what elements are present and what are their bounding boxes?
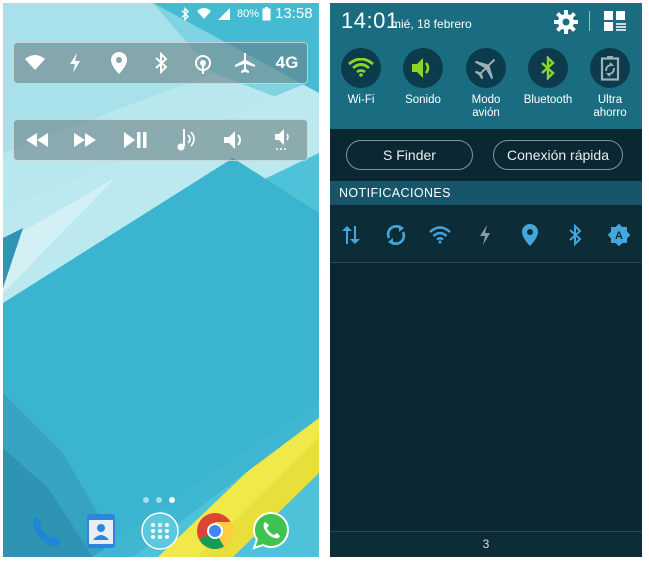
battery-icon bbox=[258, 6, 274, 22]
notification-panel: 14:01 mié, 18 febrero Wi-Fi Sonido Modo a… bbox=[330, 3, 642, 557]
fast-forward-icon[interactable] bbox=[72, 127, 98, 153]
quick-connect-button[interactable]: Conexión rápida bbox=[493, 140, 623, 170]
bluetooth-toggle-icon[interactable] bbox=[148, 50, 174, 76]
quick-toggle-airplane[interactable]: Modo avión bbox=[455, 48, 517, 120]
quick-toggle-sound[interactable]: Sonido bbox=[392, 48, 454, 107]
header-divider bbox=[589, 11, 590, 31]
notification-sound-icon[interactable] bbox=[174, 127, 200, 153]
quick-toggle-wifi[interactable]: Wi-Fi bbox=[330, 48, 392, 107]
status-bar: 80% 13:58 bbox=[3, 3, 319, 25]
signal-icon bbox=[216, 6, 232, 22]
play-pause-icon[interactable] bbox=[122, 127, 148, 153]
quick-toggle-widget: 4G bbox=[13, 42, 308, 84]
location-toggle-icon[interactable] bbox=[106, 50, 132, 76]
quick-toggle-bluetooth[interactable]: Bluetooth bbox=[517, 48, 579, 107]
4g-toggle-label[interactable]: 4G bbox=[272, 50, 302, 76]
auto-brightness-letter: A bbox=[615, 230, 623, 242]
volume-low-icon[interactable] bbox=[270, 127, 296, 153]
wifi-toggle-icon[interactable] bbox=[22, 50, 48, 76]
wifi-icon bbox=[429, 224, 451, 246]
volume-icon[interactable] bbox=[222, 127, 248, 153]
flashlight-icon bbox=[474, 224, 496, 246]
page-dot[interactable] bbox=[143, 497, 149, 503]
wifi-icon bbox=[196, 6, 212, 22]
sync-icon bbox=[385, 224, 407, 246]
quick-toggle-label: Wi-Fi bbox=[347, 94, 375, 106]
auto-brightness-icon: A bbox=[608, 224, 630, 246]
notification-count: 3 bbox=[330, 531, 642, 557]
quick-toggle-label: Sonido bbox=[405, 94, 441, 106]
home-page-indicator bbox=[140, 497, 180, 505]
panel-date: mié, 18 febrero bbox=[391, 17, 472, 31]
s-finder-button[interactable]: S Finder bbox=[346, 140, 473, 170]
page-dot-current[interactable] bbox=[169, 497, 175, 503]
settings-gear-icon[interactable] bbox=[553, 9, 579, 35]
quick-toggle-ultra-power-saving[interactable]: Ultra ahorro bbox=[579, 48, 641, 120]
airplane-icon bbox=[466, 48, 506, 88]
power-saving-icon bbox=[590, 48, 630, 88]
hotspot-toggle-icon[interactable] bbox=[190, 50, 216, 76]
page-dot[interactable] bbox=[156, 497, 162, 503]
whatsapp-app-icon[interactable] bbox=[251, 511, 291, 551]
battery-percent: 80% bbox=[237, 8, 260, 20]
sound-icon bbox=[403, 48, 443, 88]
phone-app-icon[interactable] bbox=[27, 511, 67, 551]
chrome-app-icon[interactable] bbox=[195, 511, 235, 551]
quick-toggle-label: Modo avión bbox=[471, 94, 501, 119]
music-control-widget bbox=[13, 119, 308, 161]
status-clock: 13:58 bbox=[275, 5, 313, 22]
bluetooth-icon bbox=[177, 6, 193, 22]
app-drawer-icon[interactable] bbox=[140, 511, 180, 551]
quick-toggle-label: Ultra ahorro bbox=[593, 94, 627, 119]
flashlight-toggle-icon[interactable] bbox=[62, 50, 88, 76]
notification-icons-row[interactable]: A bbox=[330, 206, 642, 263]
home-screen: 80% 13:58 4G bbox=[3, 3, 319, 557]
quick-toggle-label: Bluetooth bbox=[523, 94, 573, 106]
material-wallpaper bbox=[3, 3, 319, 557]
airplane-toggle-icon[interactable] bbox=[232, 50, 258, 76]
edit-toggles-icon[interactable] bbox=[603, 10, 627, 32]
notifications-header: NOTIFICACIONES bbox=[330, 181, 642, 205]
rewind-icon[interactable] bbox=[24, 127, 50, 153]
location-icon bbox=[519, 224, 541, 246]
panel-time: 14:01 bbox=[341, 8, 399, 33]
bluetooth-icon bbox=[564, 224, 586, 246]
data-transfer-icon bbox=[340, 224, 362, 246]
notifications-title: NOTIFICACIONES bbox=[339, 186, 451, 200]
contacts-app-icon[interactable] bbox=[81, 511, 121, 551]
bluetooth-icon bbox=[528, 48, 568, 88]
wifi-icon bbox=[341, 48, 381, 88]
